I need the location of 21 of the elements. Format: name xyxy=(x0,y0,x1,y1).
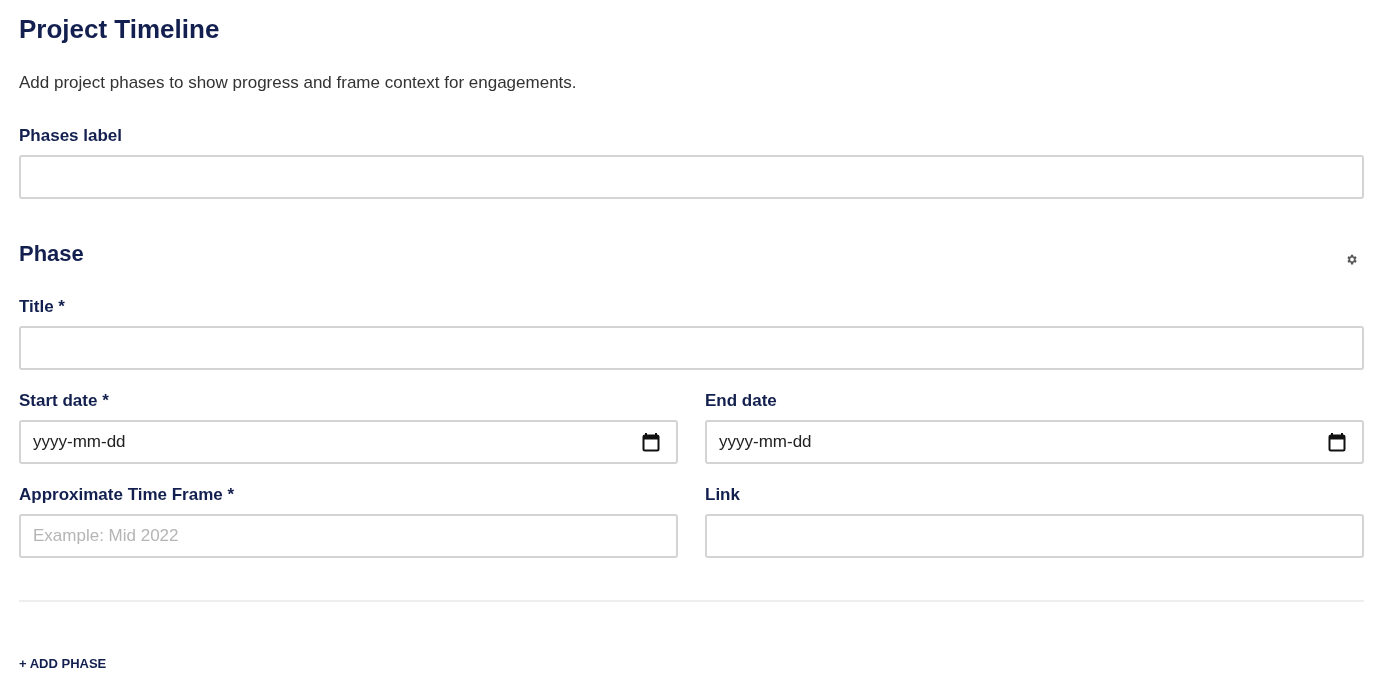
section-heading: Phase xyxy=(19,240,84,268)
settings-icon[interactable] xyxy=(1345,252,1358,266)
text-field[interactable] xyxy=(19,155,1364,199)
field-label: Start date * xyxy=(19,390,110,412)
description-text: Add project phases to show progress and frame context for engagements. xyxy=(19,72,578,94)
date-format-text: yyyy-mm-dd xyxy=(33,432,127,452)
date-field[interactable]: yyyy-mm-dd xyxy=(705,420,1364,464)
text-field[interactable]: Example: Mid 2022 xyxy=(19,514,678,558)
field-label: Link xyxy=(705,484,741,506)
calendar-icon[interactable] xyxy=(1328,432,1346,452)
page-title: Project Timeline xyxy=(19,14,221,44)
field-label: Phases label xyxy=(19,125,123,147)
add-phase-button[interactable]: + ADD PHASE xyxy=(19,656,107,671)
field-label: End date xyxy=(705,390,778,412)
date-format-text: yyyy-mm-dd xyxy=(719,432,813,452)
text-field[interactable] xyxy=(705,514,1364,558)
field-label: Approximate Time Frame * xyxy=(19,484,236,506)
calendar-icon[interactable] xyxy=(642,432,660,452)
field-label: Title * xyxy=(19,296,66,318)
text-field[interactable] xyxy=(19,326,1364,370)
date-field[interactable]: yyyy-mm-dd xyxy=(19,420,678,464)
